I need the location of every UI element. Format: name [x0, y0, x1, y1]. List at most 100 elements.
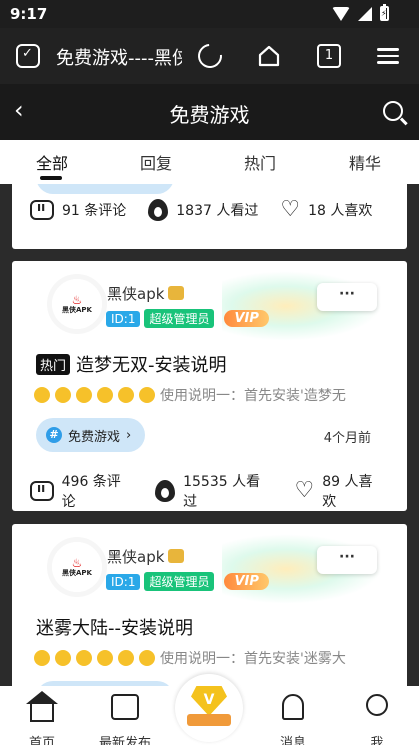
emoji-icon — [139, 650, 155, 666]
heart-icon: ♡ — [280, 197, 301, 222]
bell-icon — [282, 694, 304, 720]
tab-all[interactable]: 全部 — [36, 150, 68, 174]
post-title[interactable]: 迷雾大陆--安装说明 — [36, 614, 193, 640]
post-excerpt: 使用说明一：首先安装'造梦无 — [160, 388, 346, 404]
comments-stat[interactable]: 496 条评论 — [30, 471, 133, 511]
post-title[interactable]: 造梦无双-安装说明 — [76, 351, 227, 377]
views-stat: 15535 人看过 — [155, 471, 272, 511]
post-excerpt-row[interactable]: 使用说明一：首先安装'迷雾大 — [34, 648, 346, 668]
nav-home[interactable]: 首页 — [12, 691, 72, 745]
author-name[interactable]: 黑侠apk — [107, 548, 164, 566]
chevron-right-icon: › — [126, 427, 132, 443]
post-stats: 91 条评论 1837 人看过 ♡ 18 人喜欢 — [30, 199, 394, 221]
crown-icon — [168, 549, 185, 563]
post-excerpt-row[interactable]: 使用说明一：首先安装'造梦无 — [34, 385, 346, 405]
likes-count: 89 人喜欢 — [322, 474, 373, 510]
nav-latest[interactable]: 最新发布 — [95, 694, 155, 745]
comments-count: 91 条评论 — [62, 203, 127, 219]
nav-me[interactable]: 我 — [347, 694, 407, 745]
admin-badge: 超级管理员 — [144, 309, 215, 328]
emoji-icon — [76, 650, 92, 666]
post-feed[interactable]: 91 条评论 1837 人看过 ♡ 18 人喜欢 ♨ 黑侠APK 黑侠apk I… — [0, 184, 419, 686]
wifi-icon — [332, 6, 350, 21]
likes-stat[interactable]: ♡ 18 人喜欢 — [280, 197, 373, 222]
post-excerpt: 使用说明一：首先安装'迷雾大 — [160, 651, 346, 667]
status-bar: 9:17 — [0, 0, 419, 28]
active-tab-indicator — [40, 176, 62, 180]
emoji-icon — [55, 650, 71, 666]
tab-featured[interactable]: 精华 — [349, 150, 381, 174]
post-card[interactable]: ♨ 黑侠APK 黑侠apk ID:1 超级管理员 VIP ··· 迷雾大陆--安… — [12, 524, 407, 686]
author-name-row[interactable]: 黑侠apk — [107, 546, 185, 567]
emoji-icon — [118, 650, 134, 666]
views-count: 15535 人看过 — [183, 474, 261, 510]
nav-label: 首页 — [28, 736, 55, 745]
post-card[interactable]: 91 条评论 1837 人看过 ♡ 18 人喜欢 — [12, 184, 407, 249]
comments-count: 496 条评论 — [61, 474, 121, 510]
browser-title[interactable]: 免费游戏----黑侠 — [56, 44, 182, 70]
views-count: 1837 人看过 — [176, 203, 259, 219]
emoji-icon — [34, 650, 50, 666]
emoji-icon — [139, 387, 155, 403]
vip-badge: VIP — [224, 573, 269, 590]
shield-check-icon[interactable] — [16, 44, 40, 68]
page-header: ‹ 免费游戏 — [0, 84, 419, 140]
id-badge: ID:1 — [106, 573, 141, 590]
likes-stat[interactable]: ♡ 89 人喜欢 — [295, 471, 386, 511]
avatar[interactable]: ♨ 黑侠APK — [52, 542, 102, 592]
post-title-row[interactable]: 迷雾大陆--安装说明 — [36, 614, 193, 640]
logo-flame-icon: ♨ — [71, 292, 83, 307]
topic-pill-partial[interactable] — [36, 184, 174, 194]
hashtag-icon: # — [46, 427, 62, 443]
id-badge: ID:1 — [106, 310, 141, 327]
author-badges: ID:1 超级管理员 VIP — [106, 572, 269, 591]
comments-stat[interactable]: 91 条评论 — [30, 200, 126, 220]
hot-tag: 热门 — [36, 353, 71, 375]
crown-icon — [168, 286, 185, 300]
vip-badge: VIP — [224, 310, 269, 327]
comment-icon — [30, 200, 54, 220]
battery-icon — [380, 4, 389, 21]
tab-bar: 全部 回复 热门 精华 — [0, 140, 419, 184]
likes-count: 18 人喜欢 — [308, 203, 373, 219]
chat-icon — [111, 694, 139, 720]
home-icon — [26, 691, 58, 722]
menu-icon[interactable] — [377, 44, 401, 68]
nav-label: 消息 — [279, 736, 306, 745]
avatar-text: 黑侠APK — [62, 568, 92, 577]
author-badges: ID:1 超级管理员 VIP — [106, 309, 269, 328]
emoji-icon — [34, 387, 50, 403]
author-name-row[interactable]: 黑侠apk — [107, 283, 185, 304]
profile-icon — [366, 694, 388, 716]
more-button[interactable]: ··· — [317, 546, 377, 574]
tab-replies[interactable]: 回复 — [140, 150, 172, 174]
views-stat: 1837 人看过 — [148, 199, 258, 221]
post-title-row[interactable]: 热门 造梦无双-安装说明 — [36, 351, 227, 377]
emoji-icon — [97, 650, 113, 666]
comment-icon — [30, 481, 54, 501]
heart-icon: ♡ — [294, 478, 315, 503]
post-card[interactable]: ♨ 黑侠APK 黑侠apk ID:1 超级管理员 VIP ··· 热门 造梦无双… — [12, 261, 407, 511]
signal-icon — [358, 6, 372, 21]
post-stats: 496 条评论 15535 人看过 ♡ 89 人喜欢 — [30, 471, 407, 511]
post-time: 4个月前 — [323, 431, 371, 446]
emoji-icon — [76, 387, 92, 403]
more-button[interactable]: ··· — [317, 283, 377, 311]
avatar-text: 黑侠APK — [62, 305, 92, 314]
avatar[interactable]: ♨ 黑侠APK — [52, 279, 102, 329]
tabs-icon[interactable]: 1 — [317, 44, 341, 68]
author-name[interactable]: 黑侠apk — [107, 285, 164, 303]
reload-icon[interactable] — [193, 39, 227, 73]
home-icon[interactable] — [257, 44, 281, 68]
fire-icon — [148, 199, 169, 221]
gift-base — [187, 714, 231, 726]
search-icon[interactable] — [383, 101, 403, 121]
vip-center-button[interactable]: V — [175, 674, 243, 742]
vip-v-mark: V — [203, 692, 215, 708]
emoji-icon — [55, 387, 71, 403]
logo-flame-icon: ♨ — [71, 555, 83, 570]
nav-messages[interactable]: 消息 — [263, 694, 323, 745]
tab-hot[interactable]: 热门 — [244, 150, 276, 174]
topic-pill[interactable]: # 免费游戏 › — [36, 418, 146, 452]
emoji-icon — [118, 387, 134, 403]
